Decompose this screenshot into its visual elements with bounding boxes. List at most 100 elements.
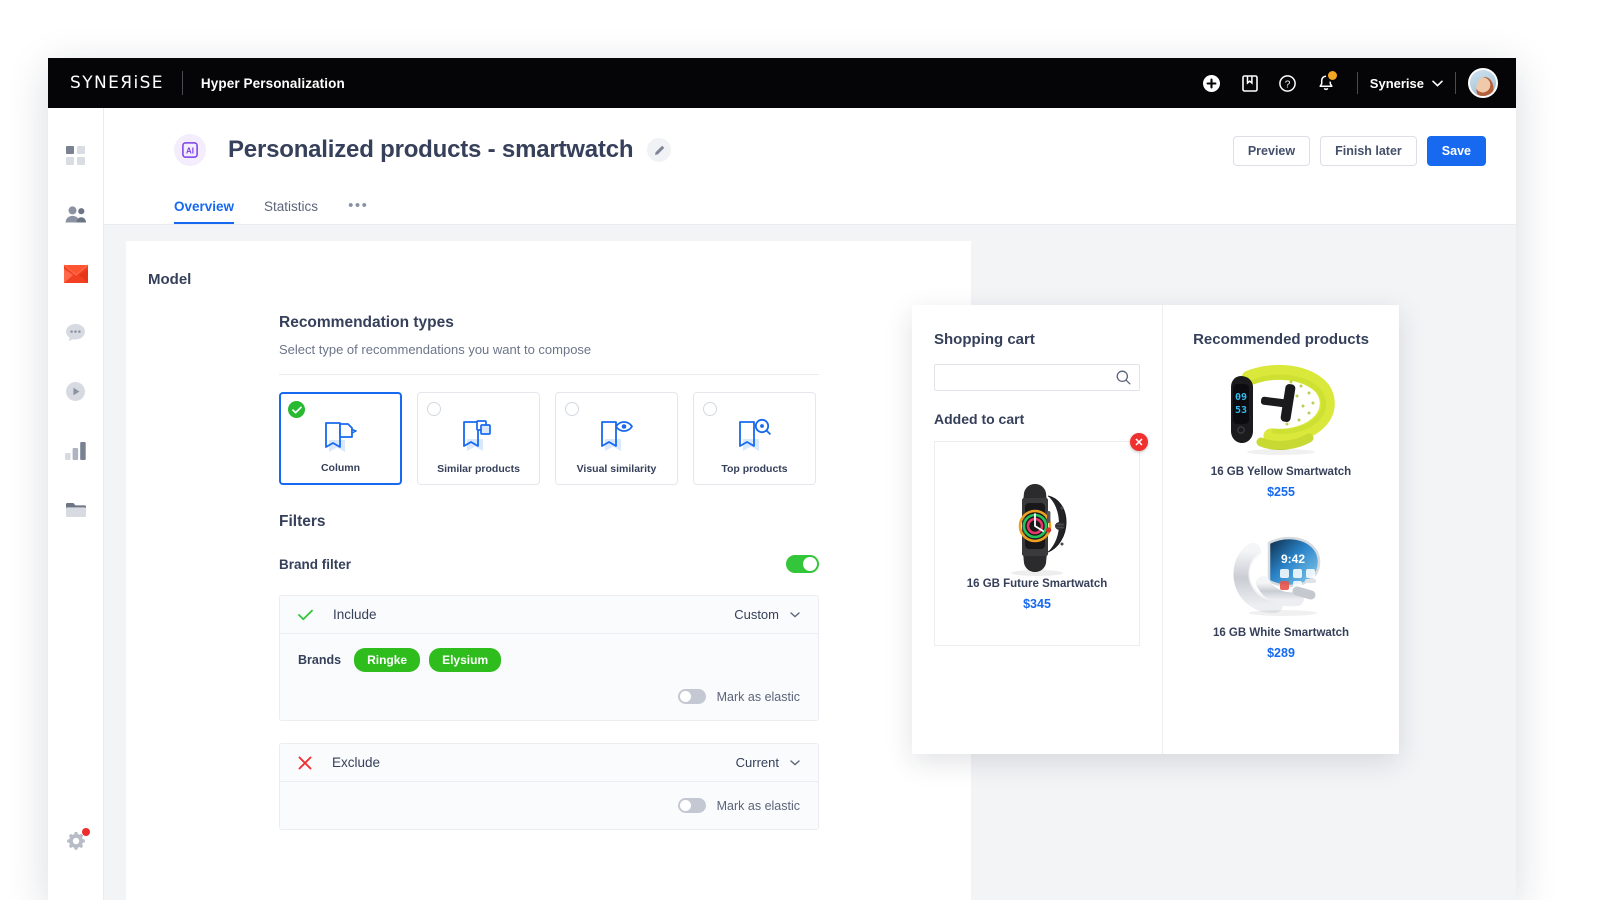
- cart-item[interactable]: ✕ 16 GB Future Smartwatch $345: [934, 433, 1148, 646]
- topbar-divider-1: [1356, 72, 1358, 94]
- recommended-products-panel: Recommended products 09 53 16 GB Yellow …: [1163, 305, 1399, 754]
- page-tabs: Overview Statistics •••: [174, 197, 368, 224]
- tab-overview[interactable]: Overview: [174, 199, 235, 224]
- radio-icon[interactable]: [427, 402, 441, 416]
- include-elastic-label: Mark as elastic: [716, 689, 800, 704]
- cart-search-field[interactable]: [934, 364, 1140, 391]
- exclude-elastic-label: Mark as elastic: [716, 798, 800, 813]
- include-elastic-row: Mark as elastic: [298, 689, 800, 704]
- topbar-actions: ? Synerise: [1193, 64, 1516, 102]
- filters-heading: Filters: [279, 513, 326, 530]
- tabs-more-button[interactable]: •••: [348, 197, 368, 224]
- synerise-logo[interactable]: SYNEЯiSE: [70, 73, 164, 93]
- org-switcher[interactable]: Synerise: [1370, 76, 1443, 91]
- recommendation-type-visual-similarity[interactable]: Visual similarity: [555, 392, 678, 485]
- exclude-panel-body: Mark as elastic: [280, 782, 818, 829]
- recommended-product-item[interactable]: 9:42 16 GB White Smartwatch $289: [1183, 515, 1379, 660]
- sidebar-item-communication[interactable]: [48, 244, 104, 303]
- recommendation-type-column[interactable]: Column: [279, 392, 402, 485]
- brands-label: Brands: [298, 653, 342, 667]
- recommendation-type-top-products[interactable]: Top products: [693, 392, 816, 485]
- shopping-cart-panel: Shopping cart Added to cart ✕ 16 GB Futu…: [912, 305, 1163, 754]
- selected-check-icon: [288, 401, 305, 418]
- exclude-label: Exclude: [332, 755, 381, 770]
- exclude-filter-panel: Exclude Current Mark as elastic: [279, 743, 819, 830]
- bell-icon[interactable]: [1307, 64, 1345, 102]
- recommendation-type-label: Top products: [721, 463, 788, 475]
- sidebar-item-dashboard[interactable]: [48, 126, 104, 185]
- catalog-icon: [65, 501, 87, 518]
- book-icon[interactable]: [1231, 64, 1269, 102]
- brand-chip[interactable]: Elysium: [429, 648, 502, 672]
- preview-button[interactable]: Preview: [1232, 136, 1311, 166]
- page-title-row: AI Personalized products - smartwatch: [174, 134, 672, 166]
- sidebar-item-analytics[interactable]: [48, 421, 104, 480]
- automation-icon: [65, 381, 86, 402]
- exclude-mode-select[interactable]: Current: [736, 755, 800, 770]
- finish-later-button[interactable]: Finish later: [1320, 136, 1417, 166]
- recommendation-types-heading: Recommendation types: [279, 314, 454, 331]
- save-button[interactable]: Save: [1426, 136, 1486, 166]
- sidebar-item-audiences[interactable]: [48, 185, 104, 244]
- include-elastic-toggle[interactable]: [677, 689, 706, 704]
- recommended-product-name: 16 GB Yellow Smartwatch: [1210, 466, 1352, 478]
- svg-text:AI: AI: [186, 146, 194, 155]
- shopping-cart-heading: Shopping cart: [934, 331, 1035, 348]
- help-circle-icon[interactable]: ?: [1269, 64, 1307, 102]
- sidebar-item-automation[interactable]: [48, 362, 104, 421]
- recommendation-type-grid: Column Similar products Visual similarit…: [279, 392, 819, 485]
- yellow-fitness-band-image: 09 53: [1219, 354, 1344, 466]
- chevron-down-icon: [790, 759, 800, 766]
- include-mode-select[interactable]: Custom: [734, 607, 800, 622]
- exclude-elastic-toggle[interactable]: [677, 798, 706, 813]
- include-filter-panel: Include Custom Brands Ringke Elysium Mar…: [279, 595, 819, 721]
- avatar[interactable]: [1468, 68, 1498, 98]
- svg-text:09: 09: [1234, 392, 1246, 403]
- cart-item-price: $345: [1023, 597, 1051, 611]
- remove-item-button[interactable]: ✕: [1130, 433, 1148, 451]
- exclude-mode-value: Current: [735, 755, 779, 770]
- radio-icon[interactable]: [703, 402, 717, 416]
- recommended-product-item[interactable]: 09 53 16 GB Yellow Smartwatch $255: [1183, 354, 1379, 499]
- settings-notification-dot: [81, 828, 90, 836]
- plus-circle-icon[interactable]: [1193, 64, 1231, 102]
- tab-statistics[interactable]: Statistics: [264, 199, 318, 224]
- exclude-panel-header: Exclude Current: [280, 744, 818, 782]
- chevron-down-icon: [1432, 80, 1443, 87]
- sidebar-item-catalog[interactable]: [48, 480, 104, 539]
- sidebar-item-settings[interactable]: [48, 811, 104, 870]
- recommended-products-heading: Recommended products: [1193, 331, 1369, 348]
- recommendation-type-label: Visual similarity: [576, 463, 657, 475]
- audiences-icon: [65, 206, 87, 223]
- brand-filter-toggle[interactable]: [786, 555, 819, 573]
- topbar-divider-2: [1455, 72, 1456, 94]
- brands-chips-row: Brands Ringke Elysium: [298, 648, 800, 672]
- bookmark-similar-icon: [418, 417, 539, 453]
- recommended-product-price: $255: [1267, 485, 1295, 499]
- recommendation-type-label: Similar products: [437, 463, 520, 475]
- svg-text:9:42: 9:42: [1280, 552, 1304, 566]
- chat-icon: [65, 323, 86, 343]
- sidebar-item-chat[interactable]: [48, 303, 104, 362]
- screenshot-root: SYNEЯiSE Hyper Personalization ? Syneris…: [0, 0, 1600, 900]
- communication-icon: [63, 263, 89, 285]
- model-card-title: Model: [148, 271, 192, 288]
- search-input[interactable]: [943, 370, 1116, 385]
- app-window: SYNEЯiSE Hyper Personalization ? Syneris…: [48, 58, 1516, 900]
- bookmark-column-icon: [281, 418, 400, 454]
- preview-widget: Shopping cart Added to cart ✕ 16 GB Futu…: [912, 305, 1399, 754]
- analytics-icon: [65, 441, 86, 460]
- recommendation-type-similar-products[interactable]: Similar products: [417, 392, 540, 485]
- notification-dot: [1327, 71, 1337, 80]
- search-icon[interactable]: [1116, 370, 1131, 385]
- include-panel-header: Include Custom: [280, 596, 818, 634]
- svg-text:53: 53: [1234, 405, 1246, 416]
- product-name-label: Hyper Personalization: [200, 75, 345, 91]
- radio-icon[interactable]: [565, 402, 579, 416]
- bookmark-eye-icon: [556, 417, 677, 453]
- recommendation-type-label: Column: [320, 462, 361, 474]
- brand-chip[interactable]: Ringke: [354, 648, 421, 672]
- edit-title-button[interactable]: [647, 138, 672, 162]
- dashboard-icon: [66, 146, 85, 165]
- recommended-product-price: $289: [1267, 646, 1295, 660]
